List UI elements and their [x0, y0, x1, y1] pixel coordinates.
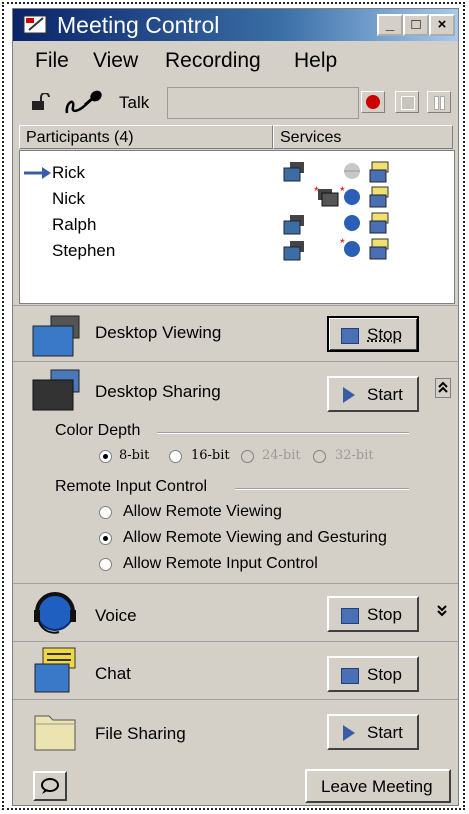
divider: [157, 432, 409, 434]
participants-header[interactable]: Participants (4): [19, 125, 273, 149]
desktop-sharing-icon: [32, 369, 80, 411]
voice-label: Voice: [95, 606, 137, 625]
radio-16-bit[interactable]: [169, 450, 182, 463]
menu-bar: File View Recording Help: [13, 42, 458, 80]
menu-view[interactable]: View: [93, 49, 138, 73]
voice-section: Voice Stop: [13, 583, 458, 642]
window-title: Meeting Control: [57, 12, 220, 38]
desktop-viewing-section: Desktop Viewing Stop: [13, 305, 458, 362]
record-button[interactable]: [361, 91, 385, 113]
participants-list: Rick Nick Ralph Stephen * * *: [19, 150, 455, 304]
chat-section: Chat Stop: [13, 641, 458, 700]
chat-icon: [369, 212, 389, 234]
close-button[interactable]: ×: [429, 14, 455, 36]
remote-input-label: Remote Input Control: [55, 478, 208, 495]
arrow-right-icon: [24, 167, 51, 179]
radio-label: 32-bit: [335, 448, 374, 463]
desktop-sharing-section: Desktop Sharing Start Color Depth 8-bit …: [13, 361, 458, 576]
stop-recording-button[interactable]: [395, 91, 419, 113]
status-bar: Leave Meeting: [13, 767, 458, 805]
play-icon: [343, 725, 355, 741]
chat-icon: [369, 186, 389, 208]
radio-label: 8-bit: [119, 448, 150, 463]
file-sharing-section: File Sharing Start: [13, 699, 458, 762]
title-bar[interactable]: Meeting Control _ □ ×: [13, 9, 458, 41]
chat-icon: [34, 647, 76, 693]
menu-file[interactable]: File: [35, 49, 69, 73]
chat-stop-button[interactable]: Stop: [327, 656, 419, 692]
stop-icon: [341, 608, 359, 624]
services-header[interactable]: Services: [273, 125, 453, 149]
play-icon: [343, 387, 355, 403]
file-sharing-start-button[interactable]: Start: [327, 714, 419, 750]
participant-name: Rick: [52, 163, 86, 182]
voice-icon-active: *: [340, 184, 360, 205]
chat-icon: [369, 161, 389, 183]
collapse-button[interactable]: [435, 378, 451, 398]
voice-stop-button[interactable]: Stop: [327, 596, 419, 632]
desktop-sharing-start-button[interactable]: Start: [327, 376, 419, 412]
padlock-icon[interactable]: [31, 93, 51, 111]
radio-label: 24-bit: [262, 448, 301, 463]
folder-icon: [34, 715, 76, 751]
desktop-icon: [283, 162, 304, 182]
double-chevron-down-icon[interactable]: [435, 602, 449, 620]
desktop-viewing-icon: [32, 315, 80, 357]
meeting-app-icon: [23, 15, 47, 34]
minimize-button[interactable]: _: [377, 14, 403, 36]
stop-icon: [341, 668, 359, 684]
radio-allow-remote-viewing[interactable]: [99, 506, 112, 519]
participant-name: Ralph: [52, 215, 97, 234]
maximize-button[interactable]: □: [403, 14, 429, 36]
feedback-button[interactable]: [33, 771, 67, 801]
service-icons: * * *: [283, 161, 389, 261]
radio-24-bit: [241, 450, 254, 463]
participant-name: Nick: [52, 189, 86, 208]
chat-label: Chat: [95, 664, 131, 683]
leave-meeting-button[interactable]: Leave Meeting: [305, 769, 451, 803]
svg-text:*: *: [340, 184, 345, 198]
color-depth-label: Color Depth: [55, 422, 141, 439]
talk-label[interactable]: Talk: [119, 93, 149, 113]
voice-headset-icon: [34, 592, 76, 634]
microphone-icon[interactable]: [63, 87, 113, 117]
voice-icon-disabled: [344, 163, 360, 179]
desktop-viewing-stop-button[interactable]: Stop: [327, 316, 419, 352]
radio-label: 16-bit: [191, 448, 230, 463]
chat-icon: [369, 238, 389, 260]
toolbar: Talk: [17, 85, 454, 121]
radio-allow-viewing-gesturing[interactable]: [99, 532, 112, 545]
radio-allow-input-control[interactable]: [99, 558, 112, 571]
stop-icon: [341, 328, 359, 344]
radio-8-bit[interactable]: [99, 450, 112, 463]
svg-text:*: *: [314, 184, 319, 198]
pause-recording-button[interactable]: [427, 91, 451, 113]
desktop-viewing-label: Desktop Viewing: [95, 323, 222, 342]
menu-help[interactable]: Help: [294, 49, 337, 73]
file-sharing-label: File Sharing: [95, 724, 186, 743]
desktop-icon: [283, 215, 304, 235]
radio-32-bit: [313, 450, 326, 463]
radio-label: Allow Remote Viewing and Gesturing: [123, 529, 387, 546]
voice-icon-active: *: [340, 236, 360, 257]
divider: [235, 488, 409, 490]
participant-name: Stephen: [52, 241, 116, 260]
radio-label: Allow Remote Viewing: [123, 503, 282, 520]
voice-icon: [344, 215, 360, 231]
desktop-icon: [283, 241, 304, 261]
desktop-sharing-icon: *: [314, 184, 339, 207]
double-chevron-up-icon: [438, 381, 448, 393]
menu-recording[interactable]: Recording: [165, 49, 261, 73]
chat-bubble-icon: [41, 778, 59, 794]
radio-label: Allow Remote Input Control: [123, 555, 318, 572]
talk-status-field: [167, 87, 359, 119]
svg-text:*: *: [340, 236, 345, 250]
desktop-sharing-label: Desktop Sharing: [95, 382, 221, 401]
meeting-control-window: Meeting Control _ □ × File View Recordin…: [12, 8, 459, 806]
